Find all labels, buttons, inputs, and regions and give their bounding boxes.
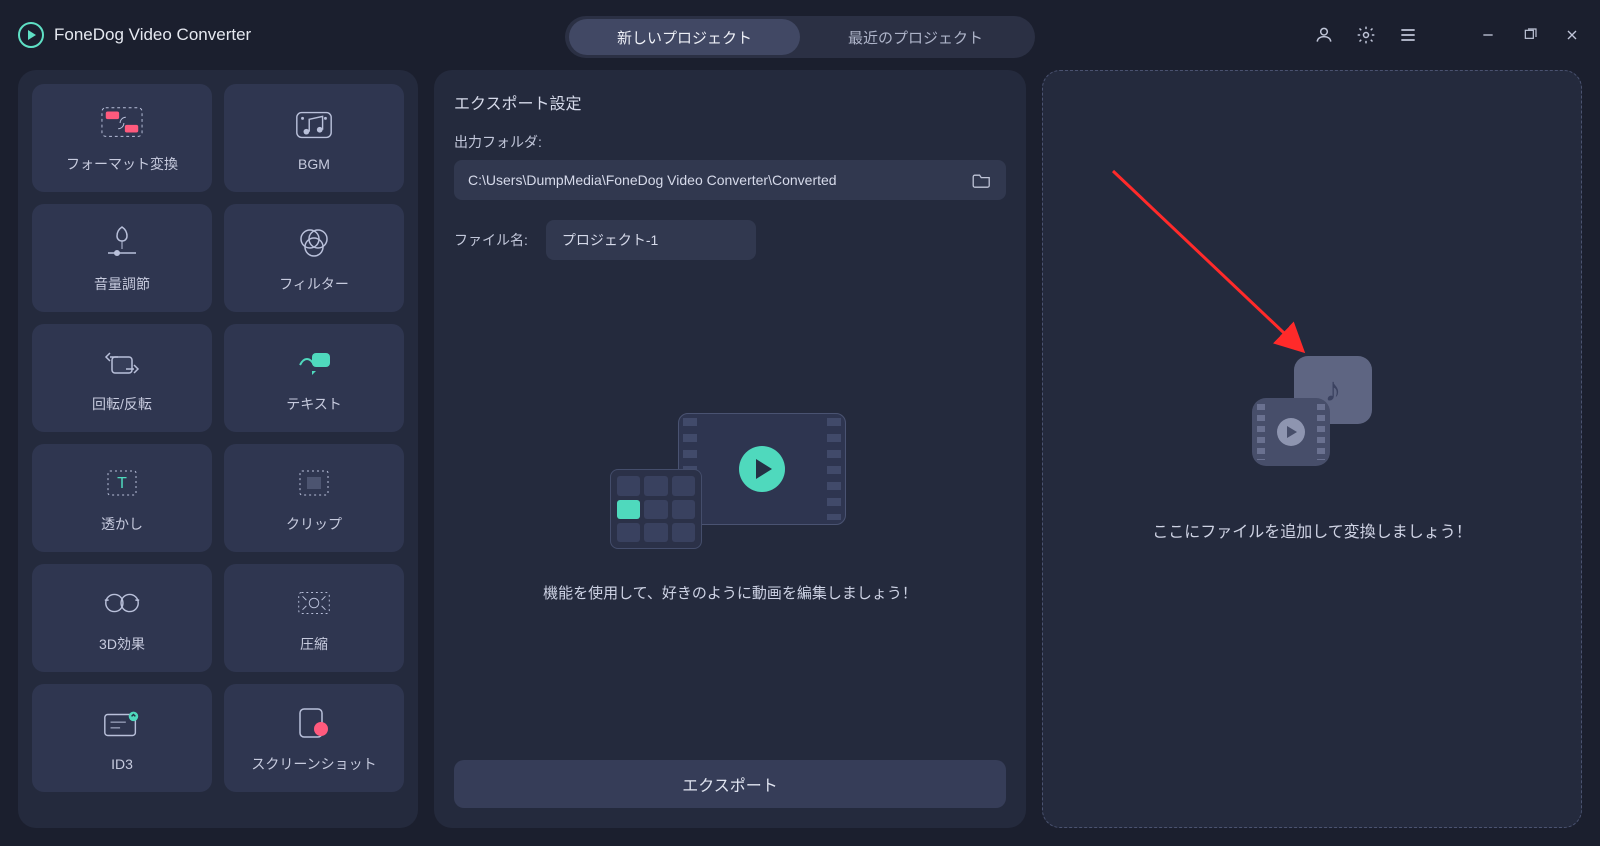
output-folder-field[interactable]: C:\Users\DumpMedia\FoneDog Video Convert… <box>454 160 1006 200</box>
tab-label: 最近のプロジェクト <box>848 27 983 48</box>
tool-label: ID3 <box>111 756 133 772</box>
editor-hint: 機能を使用して、好きのように動画を編集しましょう！ <box>543 581 917 607</box>
minimize-icon[interactable] <box>1478 25 1498 45</box>
filename-label: ファイル名: <box>454 230 528 250</box>
tool-rotate-flip[interactable]: 回転/反転 <box>32 324 212 432</box>
main-content: フォーマット変換 BGM 音量調節 フィルター 回転/反転 <box>0 70 1600 846</box>
thumbnail-grid-icon <box>610 469 702 549</box>
volume-icon <box>101 222 143 264</box>
maximize-icon[interactable] <box>1520 25 1540 45</box>
tool-label: テキスト <box>286 394 342 414</box>
account-icon[interactable] <box>1314 25 1334 45</box>
tools-sidebar: フォーマット変換 BGM 音量調節 フィルター 回転/反転 <box>18 70 418 828</box>
close-icon[interactable] <box>1562 25 1582 45</box>
export-panel: エクスポート設定 出力フォルダ: C:\Users\DumpMedia\Fone… <box>434 70 1026 828</box>
project-tabs: 新しいプロジェクト 最近のプロジェクト <box>565 16 1035 58</box>
bgm-icon <box>293 104 335 146</box>
folder-icon[interactable] <box>972 172 992 188</box>
svg-text:T: T <box>117 475 127 492</box>
tab-label: 新しいプロジェクト <box>617 27 752 48</box>
filter-icon <box>293 222 335 264</box>
tool-text[interactable]: テキスト <box>224 324 404 432</box>
tool-label: BGM <box>298 156 330 172</box>
play-small-icon <box>1277 418 1305 446</box>
export-button-label: エクスポート <box>682 772 778 796</box>
output-folder-path: C:\Users\DumpMedia\FoneDog Video Convert… <box>468 172 837 188</box>
drop-zone[interactable]: ♪ ここにファイルを追加して変換しましょう！ <box>1042 70 1582 828</box>
export-section-title: エクスポート設定 <box>454 90 1006 114</box>
tool-id3[interactable]: ID3 <box>32 684 212 792</box>
tool-compress[interactable]: 圧縮 <box>224 564 404 672</box>
tool-bgm[interactable]: BGM <box>224 84 404 192</box>
text-icon <box>293 342 335 384</box>
play-icon <box>739 446 785 492</box>
tool-format-convert[interactable]: フォーマット変換 <box>32 84 212 192</box>
tab-recent-projects[interactable]: 最近のプロジェクト <box>800 19 1031 55</box>
app-title: FoneDog Video Converter <box>54 25 251 45</box>
tool-label: 圧縮 <box>300 634 328 654</box>
output-folder-label: 出力フォルダ: <box>454 132 1006 152</box>
tool-clip[interactable]: クリップ <box>224 444 404 552</box>
tab-new-project[interactable]: 新しいプロジェクト <box>569 19 800 55</box>
title-bar: FoneDog Video Converter 新しいプロジェクト 最近のプロジ… <box>0 0 1600 70</box>
film-frame-icon <box>678 413 846 525</box>
drop-media-icon: ♪ <box>1252 356 1372 466</box>
id3-icon <box>101 704 143 746</box>
app-logo: FoneDog Video Converter <box>18 22 251 48</box>
window-controls <box>1314 25 1582 45</box>
play-logo-icon <box>18 22 44 48</box>
drop-hint: ここにファイルを追加して変換しましょう！ <box>1152 518 1472 542</box>
tool-label: フィルター <box>279 274 349 294</box>
tool-label: クリップ <box>286 514 342 534</box>
annotation-arrow <box>1103 161 1363 381</box>
export-button[interactable]: エクスポート <box>454 760 1006 808</box>
tool-screenshot[interactable]: スクリーンショット <box>224 684 404 792</box>
filename-input[interactable] <box>546 220 756 260</box>
menu-icon[interactable] <box>1398 25 1418 45</box>
tool-label: 音量調節 <box>94 274 150 294</box>
compress-icon <box>293 582 335 624</box>
watermark-icon: T <box>101 462 143 504</box>
tool-label: 3D効果 <box>99 634 145 654</box>
editor-illustration <box>610 405 850 555</box>
screenshot-icon <box>293 702 335 744</box>
tool-watermark[interactable]: T 透かし <box>32 444 212 552</box>
rotate-icon <box>101 342 143 384</box>
tool-filter[interactable]: フィルター <box>224 204 404 312</box>
tool-label: 透かし <box>101 514 143 534</box>
tool-volume[interactable]: 音量調節 <box>32 204 212 312</box>
tool-label: 回転/反転 <box>92 394 152 414</box>
tool-label: フォーマット変換 <box>66 154 178 174</box>
clip-icon <box>293 462 335 504</box>
tool-3d-effect[interactable]: 3D効果 <box>32 564 212 672</box>
format-convert-icon <box>101 102 143 144</box>
tool-label: スクリーンショット <box>251 754 376 774</box>
editor-placeholder: 機能を使用して、好きのように動画を編集しましょう！ <box>454 260 1006 752</box>
3d-icon <box>101 582 143 624</box>
gear-icon[interactable] <box>1356 25 1376 45</box>
